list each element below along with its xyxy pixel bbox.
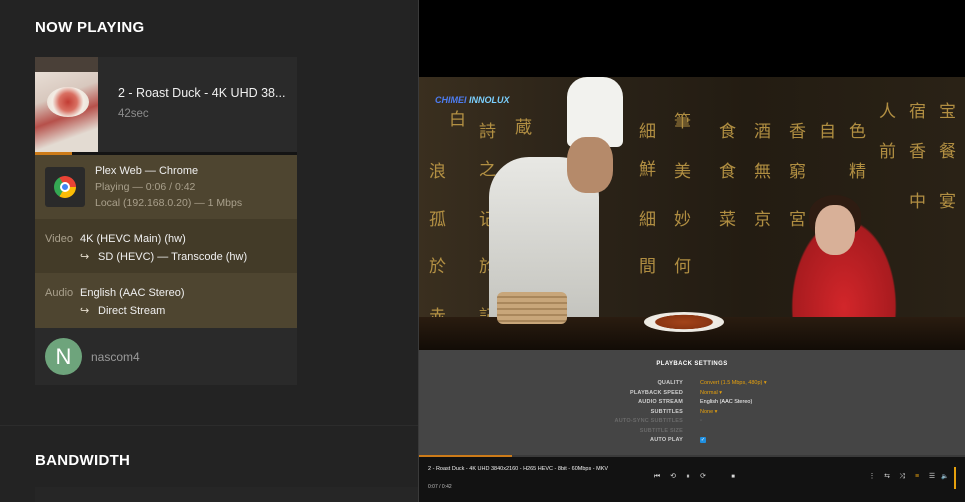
player-controls: 2 - Roast Duck - 4K UHD 3840x2160 - H265… (419, 455, 965, 502)
username[interactable]: nascom4 (91, 350, 140, 364)
dashboard-panel: NOW PLAYING 2 - Roast Duck - 4K UHD 38..… (0, 0, 418, 502)
user-row[interactable]: N nascom4 (35, 328, 297, 385)
transcode-arrow-icon: ↪ (80, 251, 90, 263)
auto-sync-subtitles-checkbox[interactable]: ▫ (700, 418, 702, 424)
more-icon[interactable]: ⋮ (867, 473, 877, 481)
auto-play-label: AUTO PLAY (650, 437, 683, 443)
subtitle-size-label: SUBTITLE SIZE (639, 428, 683, 434)
replay-icon[interactable]: ⟲ (668, 473, 678, 481)
playback-settings-panel: PLAYBACK SETTINGS QUALITY Convert (1.5 M… (419, 350, 965, 455)
connection-info: Local (192.168.0.20) — 1 Mbps (95, 197, 243, 209)
brand-logo: CHIMEI INNOLUX (435, 95, 510, 105)
direct-stream-arrow-icon: ↪ (80, 305, 90, 317)
subtitles-dropdown[interactable]: None ▾ (700, 409, 717, 415)
roast-duck-plate (644, 312, 724, 332)
quality-label: QUALITY (657, 380, 683, 386)
chrome-icon (54, 176, 76, 198)
player-info-row: Plex Web — Chrome Playing — 0:06 / 0:42 … (35, 155, 297, 219)
video-stream-row: Video 4K (HEVC Main) (hw) ↪ SD (HEVC) — … (35, 219, 297, 273)
audio-stream-row: Audio English (AAC Stereo) ↪ Direct Stre… (35, 273, 297, 328)
player-time: 0:07 / 0:42 (428, 484, 452, 490)
subtitles-label: SUBTITLES (650, 409, 683, 415)
video-source: 4K (HEVC Main) (hw) (80, 233, 186, 245)
previous-icon[interactable]: ⏮ (652, 473, 662, 481)
poster-thumbnail[interactable] (35, 57, 98, 152)
playback-state: Playing — 0:06 / 0:42 (95, 181, 196, 193)
playlist-icon[interactable]: ☰ (927, 473, 937, 481)
audio-stream-mode: Direct Stream (98, 305, 166, 317)
session-duration: 42sec (118, 108, 149, 120)
player-app-tile (45, 167, 85, 207)
session-title[interactable]: 2 - Roast Duck - 4K UHD 38... (118, 86, 285, 100)
quality-dropdown[interactable]: Convert (1.5 Mbps, 480p) ▾ (700, 380, 767, 386)
audio-stream-label: AUDIO STREAM (638, 399, 683, 405)
stop-icon[interactable]: ■ (728, 473, 738, 481)
playback-speed-label: PLAYBACK SPEED (629, 390, 683, 396)
video-frame[interactable]: 白 詩 蔵 細 筆 食 酒 香 自 色 人 宿 宝 浪 之 鮮 美 食 無 窮 … (419, 77, 965, 350)
shuffle-icon[interactable]: ⤨ (897, 473, 907, 481)
section-divider (0, 425, 418, 426)
pause-icon[interactable]: ⏸ (683, 473, 693, 481)
audio-label: Audio (45, 287, 74, 299)
player-name: Plex Web — Chrome (95, 165, 199, 177)
forward-icon[interactable]: ⟳ (698, 473, 708, 481)
auto-sync-subtitles-label: AUTO-SYNC SUBTITLES (614, 418, 683, 424)
now-playing-heading: NOW PLAYING (35, 19, 145, 36)
session-card[interactable]: 2 - Roast Duck - 4K UHD 38... 42sec Plex… (35, 57, 297, 385)
seek-bar[interactable] (419, 455, 965, 457)
video-transcode: SD (HEVC) — Transcode (hw) (98, 251, 248, 263)
avatar[interactable]: N (45, 338, 82, 375)
bandwidth-heading: BANDWIDTH (35, 452, 131, 469)
audio-source: English (AAC Stereo) (80, 287, 185, 299)
volume-icon[interactable]: 🔈 (940, 473, 950, 481)
video-player[interactable]: 白 詩 蔵 細 筆 食 酒 香 自 色 人 宿 宝 浪 之 鮮 美 食 無 窮 … (419, 0, 965, 502)
player-now-title: 2 - Roast Duck - 4K UHD 3840x2160 - H265… (428, 466, 609, 472)
repeat-icon[interactable]: ⇆ (882, 473, 892, 481)
equalizer-icon[interactable]: ≡ (912, 473, 922, 481)
seek-bar-fill (419, 455, 512, 457)
session-header[interactable]: 2 - Roast Duck - 4K UHD 38... 42sec (35, 57, 297, 152)
audio-stream-value[interactable]: English (AAC Stereo) (700, 399, 752, 405)
video-label: Video (45, 233, 73, 245)
steamer-basket (497, 292, 567, 324)
bandwidth-chart-area (35, 487, 418, 502)
volume-slider[interactable] (954, 467, 956, 489)
playback-speed-dropdown[interactable]: Normal ▾ (700, 390, 722, 396)
auto-play-checkbox[interactable]: ✓ (700, 437, 706, 443)
settings-title: PLAYBACK SETTINGS (656, 361, 728, 367)
